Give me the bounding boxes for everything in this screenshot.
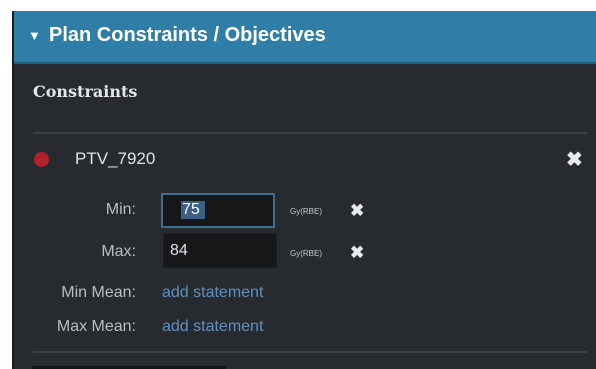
min-mean-add-statement-link[interactable]: add statement [162,284,263,302]
remove-min-close-icon[interactable]: ✖ [350,202,364,219]
divider [33,351,587,353]
max-dose-input[interactable] [163,233,277,268]
panel-header[interactable]: ▼ Plan Constraints / Objectives [14,11,596,64]
min-dose-input[interactable] [161,193,275,228]
max-unit-label: Gy(RBE) [290,249,322,258]
structure-name: PTV_7920 [75,149,156,168]
panel-title: Plan Constraints / Objectives [49,24,326,46]
collapse-caret-icon[interactable]: ▼ [28,28,41,43]
min-dose-value[interactable]: 75 [181,201,205,219]
divider [33,132,587,134]
remove-max-close-icon[interactable]: ✖ [350,244,364,261]
remove-structure-close-icon[interactable]: ✖ [566,150,583,170]
max-label: Max: [101,243,136,260]
max-mean-label: Max Mean: [56,318,136,335]
plan-constraints-panel: ▼ Plan Constraints / Objectives Constrai… [12,11,596,369]
max-mean-add-statement-link[interactable]: add statement [162,318,263,336]
structure-status-dot [34,152,49,167]
min-mean-label: Min Mean: [61,284,136,301]
min-unit-label: Gy(RBE) [290,207,322,216]
min-label: Min: [105,201,136,218]
section-title-constraints: Constraints [33,82,138,101]
